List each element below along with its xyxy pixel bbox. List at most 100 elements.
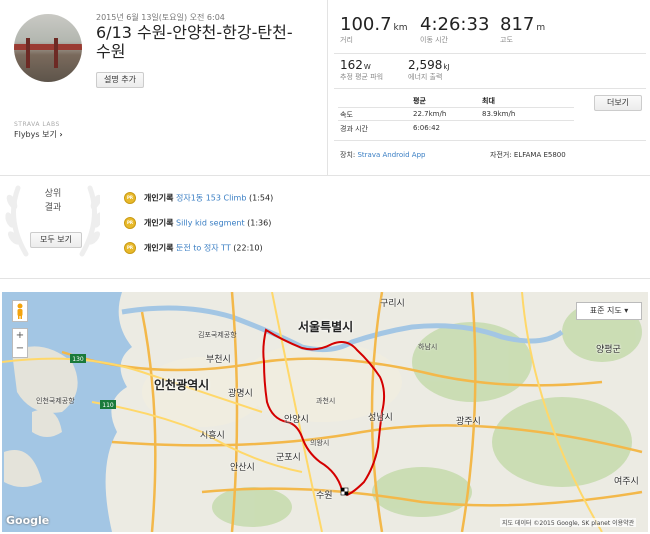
map-type-dropdown[interactable]: 표준 지도 ▾ xyxy=(576,302,642,320)
power-label: 추정 평균 파워 xyxy=(340,73,384,81)
stat-moving-time: 4:26:33 이동 시간 xyxy=(420,14,489,45)
map-label-hanam: 하남시 xyxy=(418,343,438,351)
power-value: 162 xyxy=(340,58,363,72)
row-speed-label: 속도 xyxy=(340,111,353,119)
distance-label: 거리 xyxy=(340,36,353,44)
stat-distance: 100.7 km 거리 xyxy=(340,14,408,45)
header-avg: 평균 xyxy=(413,97,426,105)
zoom-in-button[interactable]: + xyxy=(13,329,27,342)
elevation-value: 817 xyxy=(500,14,535,35)
row-speed-max: 83.9km/h xyxy=(482,110,516,118)
header-divider xyxy=(327,0,328,175)
distance-unit: km xyxy=(393,23,408,33)
map-label-anyang: 안양시 xyxy=(284,415,309,425)
achievement-time: (1:36) xyxy=(247,218,272,228)
achievements-title-line2: 결과 xyxy=(44,203,62,213)
map-label-seoul: 서울특별시 xyxy=(298,320,354,334)
google-logo: Google xyxy=(6,514,50,527)
device-label: 장치: xyxy=(340,151,356,159)
map-label-suwon: 수원 xyxy=(316,491,333,501)
row-elapsed-avg: 6:06:42 xyxy=(413,124,440,132)
map-attribution[interactable]: 지도 데이터 ©2015 Google, SK planet 이용약관 xyxy=(500,518,637,527)
header-max: 최대 xyxy=(482,97,495,105)
elevation-unit: m xyxy=(536,23,546,33)
finish-flag-icon xyxy=(340,487,349,496)
map-label-incheon: 인천광역시 xyxy=(154,378,210,392)
flybys-label: Flybys 보기 xyxy=(14,130,57,139)
map-label-ansan: 안산시 xyxy=(230,463,255,473)
achievement-time: (22:10) xyxy=(233,243,263,253)
achievements-title: 상위 결과 xyxy=(28,187,78,215)
energy-value: 2,598 xyxy=(408,58,443,72)
segment-link[interactable]: 둔전 to 정자 TT xyxy=(176,244,231,253)
segment-link[interactable]: 정자1동 153 Climb xyxy=(176,194,246,203)
map-label-incheon-airport: 인천국제공항 xyxy=(36,397,75,405)
pr-medal-icon: PR xyxy=(124,242,136,254)
map-label-yangpyeong: 양평군 xyxy=(596,345,621,355)
zoom-out-button[interactable]: − xyxy=(13,342,27,355)
stat-energy: 2,598kJ 에너지 출력 xyxy=(408,58,449,82)
map-label-gwangmyeong: 광명시 xyxy=(228,389,253,399)
avatar-photo-post xyxy=(54,38,58,68)
activity-date: 2015년 6월 13일(토요일) 오전 6:04 xyxy=(96,13,225,22)
row-elapsed-label: 경과 시간 xyxy=(340,125,368,133)
table-divider xyxy=(338,120,574,121)
map-label-yeoju: 여주시 xyxy=(614,477,639,487)
map-label-gwacheon: 과천시 xyxy=(316,397,336,405)
bike-value: ELFAMA E5800 xyxy=(513,151,566,159)
energy-label: 에너지 출력 xyxy=(408,73,443,81)
stats-divider xyxy=(334,88,646,89)
device-info: 장치: Strava Android App xyxy=(340,150,425,160)
map-label-siheung: 시흥시 xyxy=(200,431,225,441)
achievement-time: (1:54) xyxy=(248,193,274,203)
moving-time-value: 4:26:33 xyxy=(420,14,490,35)
section-divider xyxy=(0,278,650,279)
achievement-item: PR 개인기록 Silly kid segment (1:36) xyxy=(124,217,271,229)
achievement-item: PR 개인기록 정자1동 153 Climb (1:54) xyxy=(124,192,273,204)
row-speed-avg: 22.7km/h xyxy=(413,110,447,118)
athlete-avatar[interactable] xyxy=(14,14,82,82)
map-label-guri: 구리시 xyxy=(380,299,405,309)
strava-labs-label: STRAVA LABS xyxy=(14,121,60,128)
power-unit: W xyxy=(363,63,371,71)
achievements-title-line1: 상위 xyxy=(44,189,62,199)
flybys-link[interactable]: Flybys 보기 › xyxy=(14,129,63,140)
map-label-gunpo: 군포시 xyxy=(276,453,301,463)
map-label-gwangju: 광주시 xyxy=(456,417,481,427)
achievement-prefix: 개인기록 xyxy=(144,218,174,228)
achievement-prefix: 개인기록 xyxy=(144,243,174,253)
map-label-uiwang: 의왕시 xyxy=(310,439,330,447)
stat-elevation: 817 m 고도 xyxy=(500,14,545,45)
activity-title: 6/13 수원-안양천-한강-탄천-수원 xyxy=(96,23,293,61)
more-button[interactable]: 더보기 xyxy=(594,95,642,111)
pr-medal-icon: PR xyxy=(124,217,136,229)
achievement-item: PR 개인기록 둔전 to 정자 TT (22:10) xyxy=(124,242,263,254)
elevation-label: 고도 xyxy=(500,36,513,44)
add-description-button[interactable]: 설명 추가 xyxy=(96,72,144,88)
highway-110: 110 xyxy=(102,402,114,409)
distance-value: 100.7 xyxy=(340,14,392,35)
segment-link[interactable]: Silly kid segment xyxy=(176,219,245,228)
zoom-control: + − xyxy=(12,328,28,358)
chevron-right-icon: › xyxy=(59,130,63,139)
bike-info: 자전거: ELFAMA E5800 xyxy=(490,150,566,160)
device-link[interactable]: Strava Android App xyxy=(357,151,425,159)
stats-divider xyxy=(334,140,646,141)
stat-power: 162W 추정 평균 파워 xyxy=(340,58,383,82)
table-divider xyxy=(338,107,574,108)
stats-divider xyxy=(334,53,646,54)
avatar-photo-railing xyxy=(14,44,82,50)
pr-medal-icon: PR xyxy=(124,192,136,204)
moving-time-label: 이동 시간 xyxy=(420,36,448,44)
route-map[interactable]: 130 110 서울특별시 인천광역시 구리시 부천시 광명시 안양시 과천시 … xyxy=(2,292,648,532)
achievement-prefix: 개인기록 xyxy=(144,193,174,203)
map-label-gimpo-airport: 김포국제공항 xyxy=(198,331,237,339)
street-view-pegman-icon[interactable] xyxy=(12,300,28,322)
highway-130: 130 xyxy=(72,356,84,363)
bike-label: 자전거: xyxy=(490,151,512,159)
view-all-button[interactable]: 모두 보기 xyxy=(30,232,82,248)
map-label-bucheon: 부천시 xyxy=(206,355,231,365)
map-label-seongnam: 성남시 xyxy=(368,413,393,423)
section-divider xyxy=(0,175,650,176)
avatar-photo-post xyxy=(26,38,30,68)
